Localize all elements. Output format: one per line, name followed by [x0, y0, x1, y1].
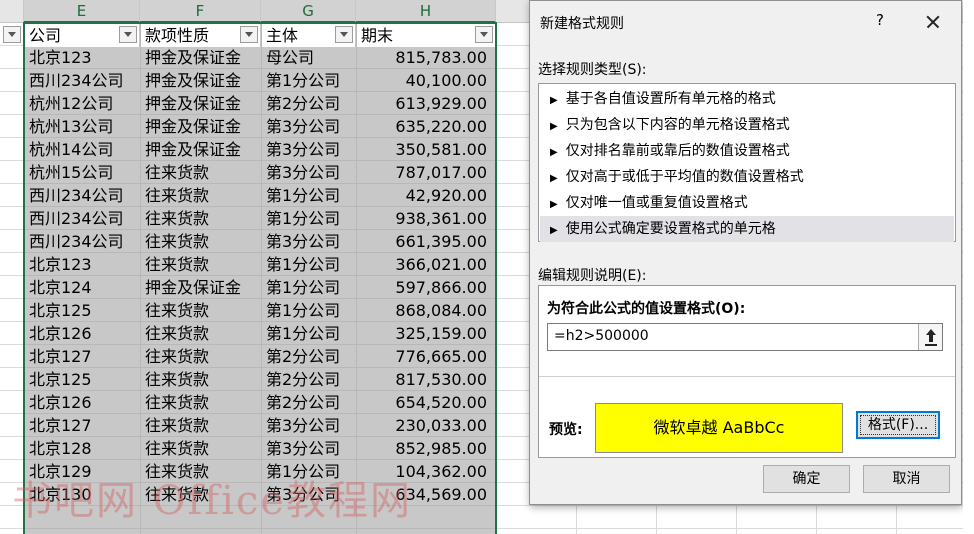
- triangle-right-icon: ▶: [550, 225, 558, 236]
- divider: [539, 376, 955, 377]
- triangle-right-icon: ▶: [550, 121, 558, 132]
- range-select-icon: [925, 329, 937, 346]
- new-formatting-rule-dialog: 新建格式规则 ? 选择规则类型(S): ▶ 基于各自值设置所有单元格的格式 ▶ 只为…: [529, 0, 962, 505]
- edit-rule-label: 编辑规则说明(E):: [538, 268, 647, 284]
- preview-sample: 微软卓越 AaBbCc: [595, 403, 843, 453]
- rule-type-item[interactable]: ▶ 仅对排名靠前或靠后的数值设置格式: [540, 138, 954, 164]
- rule-type-item[interactable]: ▶ 仅对唯一值或重复值设置格式: [540, 190, 954, 216]
- formula-input[interactable]: =h2>500000: [547, 323, 943, 351]
- triangle-right-icon: ▶: [550, 173, 558, 184]
- triangle-right-icon: ▶: [550, 95, 558, 106]
- collapse-dialog-button[interactable]: [918, 324, 942, 350]
- rule-type-item[interactable]: ▶ 只为包含以下内容的单元格设置格式: [540, 112, 954, 138]
- cancel-button[interactable]: 取消: [863, 465, 950, 493]
- rule-type-label: 选择规则类型(S):: [538, 62, 647, 78]
- selection-border: [23, 22, 497, 534]
- close-icon[interactable]: [918, 9, 948, 35]
- formula-label: 为符合此公式的值设置格式(O):: [547, 301, 746, 317]
- formula-value: =h2>500000: [554, 328, 649, 344]
- watermark: 书吧网 Office教程网: [12, 478, 412, 524]
- triangle-right-icon: ▶: [550, 199, 558, 210]
- column-header-D[interactable]: [0, 0, 24, 23]
- rule-type-item[interactable]: ▶ 基于各自值设置所有单元格的格式: [540, 86, 954, 112]
- preview-label: 预览:: [549, 422, 583, 438]
- column-header-F[interactable]: F: [140, 0, 261, 23]
- triangle-right-icon: ▶: [550, 147, 558, 158]
- dialog-title: 新建格式规则: [540, 16, 624, 32]
- rule-type-list: ▶ 基于各自值设置所有单元格的格式 ▶ 只为包含以下内容的单元格设置格式 ▶ 仅对排名…: [538, 83, 956, 242]
- help-button[interactable]: ?: [870, 11, 890, 33]
- window-edge: [963, 0, 974, 534]
- rule-type-item[interactable]: ▶ 仅对高于或低于平均值的数值设置格式: [540, 164, 954, 190]
- format-button[interactable]: 格式(F)...: [856, 411, 940, 439]
- edit-rule-panel: 为符合此公式的值设置格式(O): =h2>500000 预览: 微软卓越 AaB…: [538, 285, 956, 458]
- filter-dropdown-icon[interactable]: [3, 26, 21, 43]
- column-header-H[interactable]: H: [356, 0, 496, 23]
- rule-type-item-selected[interactable]: ▶ 使用公式确定要设置格式的单元格: [540, 216, 954, 242]
- column-header-G[interactable]: G: [261, 0, 356, 23]
- column-header-E[interactable]: E: [24, 0, 140, 23]
- ok-button[interactable]: 确定: [763, 465, 850, 493]
